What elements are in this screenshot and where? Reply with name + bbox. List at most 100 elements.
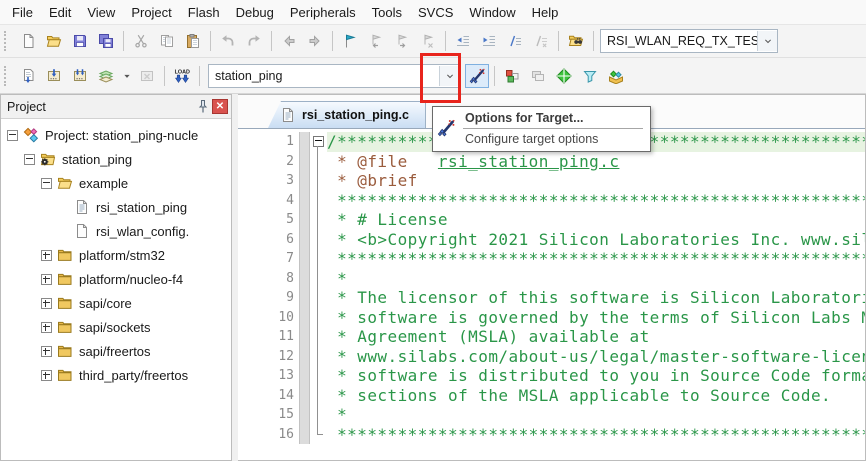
code-text[interactable]: * sections of the MSLA applicable to Sou… [327,386,865,406]
paste-button[interactable] [181,29,205,53]
options-for-target-button[interactable] [465,63,489,88]
tree-item-sapi-freertos[interactable]: sapi/freertos [1,339,231,363]
code-line-10: 10 * software is governed by the terms o… [238,307,865,328]
code-text[interactable]: * [327,269,865,289]
find-in-files-button[interactable] [564,29,588,53]
toolbar-separator [199,65,200,86]
panel-pin-button[interactable] [194,98,212,116]
indent-button[interactable] [477,29,501,53]
tree-item-example[interactable]: example [1,171,231,195]
code-text[interactable]: * @brief [327,171,865,191]
code-text[interactable]: * [327,405,865,425]
fold-margin [310,171,327,191]
code-text[interactable]: * The licensor of this software is Silic… [327,288,865,308]
code-text[interactable]: * @file rsi_station_ping.c [327,152,865,172]
menu-item-project[interactable]: Project [123,2,179,23]
save-button[interactable] [68,29,92,53]
navigate-back-button[interactable] [277,29,301,53]
uncomment-selection-button[interactable] [529,29,553,53]
expand-box[interactable] [41,321,52,333]
collapse-box[interactable] [24,153,35,165]
collapse-box[interactable] [7,129,18,141]
manage-run-time-environment-button[interactable] [552,64,576,88]
menu-item-flash[interactable]: Flash [180,2,228,23]
code-text[interactable]: ****************************************… [327,191,865,211]
search-combobox[interactable]: RSI_WLAN_REQ_TX_TEST. [600,29,778,53]
toolbar-grip[interactable] [4,65,11,86]
previous-bookmark-button[interactable] [364,29,388,53]
manage-multi-project-button[interactable] [526,64,550,88]
comment-selection-button[interactable] [503,29,527,53]
tree-item-third-party-freertos[interactable]: third_party/freertos [1,363,231,387]
tree-item-platform-nucleo-f4[interactable]: platform/nucleo-f4 [1,267,231,291]
tree-item-platform-stm32[interactable]: platform/stm32 [1,243,231,267]
menu-item-debug[interactable]: Debug [228,2,282,23]
tree-item-sapi-sockets[interactable]: sapi/sockets [1,315,231,339]
search-combo-dropdown-button[interactable] [757,31,777,51]
toolbar-separator [558,31,559,51]
code-text[interactable]: ****************************************… [327,249,865,269]
unindent-button[interactable] [451,29,475,53]
copy-button[interactable] [155,29,179,53]
code-line-14: 14 * sections of the MSLA applicable to … [238,385,865,406]
menu-item-peripherals[interactable]: Peripherals [282,2,364,23]
expand-box[interactable] [41,345,52,357]
code-text[interactable]: * software is governed by the terms of S… [327,308,865,328]
save-all-button[interactable] [94,29,118,53]
open-file-button[interactable] [42,29,66,53]
menu-item-svcs[interactable]: SVCS [410,2,461,23]
stop-build-button[interactable] [135,64,159,88]
download-to-flash-button[interactable]: LOAD [170,64,194,88]
menu-item-edit[interactable]: Edit [41,2,79,23]
clear-bookmarks-button[interactable] [416,29,440,53]
editor-tab-rsi-station-ping[interactable]: rsi_station_ping.c [268,101,426,128]
insert-bookmark-button[interactable] [338,29,362,53]
menu-item-window[interactable]: Window [461,2,523,23]
expand-box[interactable] [41,249,52,261]
toolbar-grip[interactable] [4,31,11,51]
target-combo-dropdown-button[interactable] [439,65,459,86]
navigate-forward-button[interactable] [303,29,327,53]
code-text[interactable]: * software is distributed to you in Sour… [327,366,865,386]
menu-item-file[interactable]: File [4,2,41,23]
code-text[interactable]: * <b>Copyright 2021 Silicon Laboratories… [327,230,865,250]
target-select-combobox[interactable]: station_ping [208,63,460,88]
expand-box[interactable] [41,297,52,309]
translate-file-button[interactable] [16,64,40,88]
collapse-box[interactable] [41,177,52,189]
new-file-button[interactable] [16,29,40,53]
cut-button[interactable] [129,29,153,53]
rebuild-all-button[interactable] [68,64,92,88]
expand-box[interactable] [41,369,52,381]
nav-back-icon [281,33,297,49]
tree-item-rsi-wlan-config[interactable]: rsi_wlan_config. [1,219,231,243]
code-view[interactable]: 1/**************************************… [238,129,865,460]
fold-margin [310,405,327,425]
tree-item-rsi-station-ping[interactable]: rsi_station_ping [1,195,231,219]
build-button[interactable] [42,64,66,88]
code-text[interactable]: * www.silabs.com/about-us/legal/master-s… [327,347,865,367]
undo-button[interactable] [216,29,240,53]
panel-close-button[interactable]: ✕ [212,99,228,114]
select-software-packs-button[interactable] [578,64,602,88]
tree-item-station-ping[interactable]: station_ping [1,147,231,171]
svg-text:LOAD: LOAD [175,69,190,75]
next-bookmark-button[interactable] [390,29,414,53]
pack-installer-button[interactable] [604,64,628,88]
code-text[interactable]: * Agreement (MSLA) available at [327,327,865,347]
tree-item-sapi-core[interactable]: sapi/core [1,291,231,315]
batch-build-menu-button[interactable] [120,64,133,88]
code-text[interactable]: ****************************************… [327,425,865,445]
tree-item-project-station-ping-nucle[interactable]: Project: station_ping-nucle [1,123,231,147]
batch-build-button[interactable] [94,64,118,88]
project-panel-title: Project [7,99,46,114]
file-extensions-books-environment-button[interactable] [500,64,524,88]
fold-collapse-box[interactable] [313,136,324,147]
tree-item-label: example [79,175,129,191]
menu-item-tools[interactable]: Tools [364,2,410,23]
code-text[interactable]: * # License [327,210,865,230]
menu-item-help[interactable]: Help [524,2,567,23]
redo-button[interactable] [242,29,266,53]
expand-box[interactable] [41,273,52,285]
menu-item-view[interactable]: View [79,2,123,23]
